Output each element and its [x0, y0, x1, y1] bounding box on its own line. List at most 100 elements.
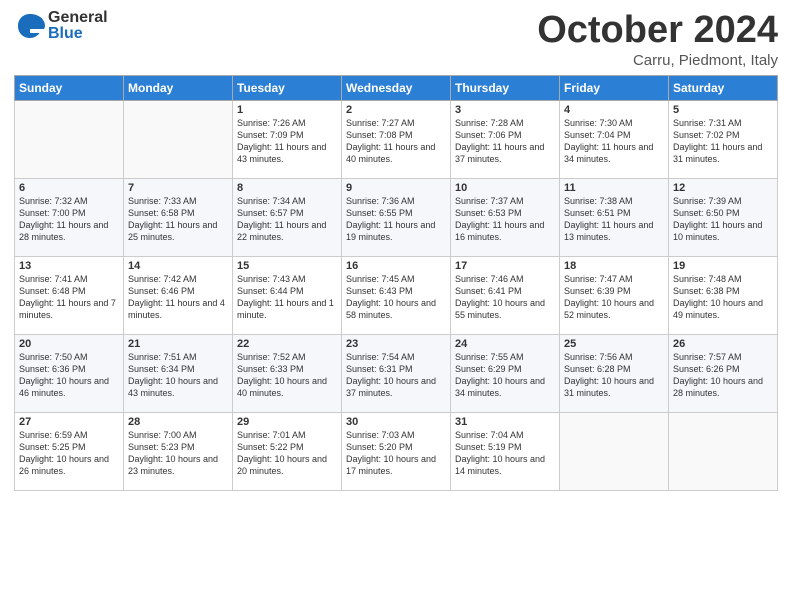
table-row: 23Sunrise: 7:54 AM Sunset: 6:31 PM Dayli…: [342, 334, 451, 412]
day-info: Sunrise: 7:01 AM Sunset: 5:22 PM Dayligh…: [237, 429, 337, 478]
calendar-week-row: 6Sunrise: 7:32 AM Sunset: 7:00 PM Daylig…: [15, 178, 778, 256]
day-info: Sunrise: 7:42 AM Sunset: 6:46 PM Dayligh…: [128, 273, 228, 322]
table-row: 3Sunrise: 7:28 AM Sunset: 7:06 PM Daylig…: [451, 100, 560, 178]
table-row: 18Sunrise: 7:47 AM Sunset: 6:39 PM Dayli…: [560, 256, 669, 334]
day-number: 20: [19, 338, 119, 350]
table-row: [15, 100, 124, 178]
day-number: 23: [346, 338, 446, 350]
table-row: 16Sunrise: 7:45 AM Sunset: 6:43 PM Dayli…: [342, 256, 451, 334]
table-row: 1Sunrise: 7:26 AM Sunset: 7:09 PM Daylig…: [233, 100, 342, 178]
table-row: 24Sunrise: 7:55 AM Sunset: 6:29 PM Dayli…: [451, 334, 560, 412]
day-number: 9: [346, 182, 446, 194]
day-info: Sunrise: 7:46 AM Sunset: 6:41 PM Dayligh…: [455, 273, 555, 322]
table-row: 9Sunrise: 7:36 AM Sunset: 6:55 PM Daylig…: [342, 178, 451, 256]
day-info: Sunrise: 7:45 AM Sunset: 6:43 PM Dayligh…: [346, 273, 446, 322]
day-number: 5: [673, 104, 773, 116]
table-row: 7Sunrise: 7:33 AM Sunset: 6:58 PM Daylig…: [124, 178, 233, 256]
day-info: Sunrise: 7:30 AM Sunset: 7:04 PM Dayligh…: [564, 117, 664, 166]
day-number: 2: [346, 104, 446, 116]
day-info: Sunrise: 7:55 AM Sunset: 6:29 PM Dayligh…: [455, 351, 555, 400]
table-row: 21Sunrise: 7:51 AM Sunset: 6:34 PM Dayli…: [124, 334, 233, 412]
day-info: Sunrise: 7:26 AM Sunset: 7:09 PM Dayligh…: [237, 117, 337, 166]
day-info: Sunrise: 7:03 AM Sunset: 5:20 PM Dayligh…: [346, 429, 446, 478]
logo-general: General: [48, 10, 108, 26]
day-info: Sunrise: 7:41 AM Sunset: 6:48 PM Dayligh…: [19, 273, 119, 322]
day-info: Sunrise: 7:28 AM Sunset: 7:06 PM Dayligh…: [455, 117, 555, 166]
logo-blue: Blue: [48, 26, 108, 42]
day-number: 27: [19, 416, 119, 428]
day-number: 13: [19, 260, 119, 272]
table-row: 27Sunrise: 6:59 AM Sunset: 5:25 PM Dayli…: [15, 412, 124, 490]
logo-text: General Blue: [48, 10, 108, 42]
day-number: 22: [237, 338, 337, 350]
table-row: 25Sunrise: 7:56 AM Sunset: 6:28 PM Dayli…: [560, 334, 669, 412]
day-info: Sunrise: 7:47 AM Sunset: 6:39 PM Dayligh…: [564, 273, 664, 322]
header-saturday: Saturday: [669, 75, 778, 100]
day-number: 4: [564, 104, 664, 116]
table-row: 4Sunrise: 7:30 AM Sunset: 7:04 PM Daylig…: [560, 100, 669, 178]
month-title: October 2024: [537, 10, 778, 52]
table-row: 8Sunrise: 7:34 AM Sunset: 6:57 PM Daylig…: [233, 178, 342, 256]
location-subtitle: Carru, Piedmont, Italy: [537, 52, 778, 69]
header-monday: Monday: [124, 75, 233, 100]
day-number: 8: [237, 182, 337, 194]
day-info: Sunrise: 7:34 AM Sunset: 6:57 PM Dayligh…: [237, 195, 337, 244]
table-row: 20Sunrise: 7:50 AM Sunset: 6:36 PM Dayli…: [15, 334, 124, 412]
day-info: Sunrise: 7:39 AM Sunset: 6:50 PM Dayligh…: [673, 195, 773, 244]
header-wednesday: Wednesday: [342, 75, 451, 100]
day-info: Sunrise: 7:37 AM Sunset: 6:53 PM Dayligh…: [455, 195, 555, 244]
table-row: 19Sunrise: 7:48 AM Sunset: 6:38 PM Dayli…: [669, 256, 778, 334]
calendar-week-row: 20Sunrise: 7:50 AM Sunset: 6:36 PM Dayli…: [15, 334, 778, 412]
day-info: Sunrise: 7:31 AM Sunset: 7:02 PM Dayligh…: [673, 117, 773, 166]
calendar-week-row: 13Sunrise: 7:41 AM Sunset: 6:48 PM Dayli…: [15, 256, 778, 334]
day-info: Sunrise: 7:43 AM Sunset: 6:44 PM Dayligh…: [237, 273, 337, 322]
day-info: Sunrise: 7:54 AM Sunset: 6:31 PM Dayligh…: [346, 351, 446, 400]
day-number: 31: [455, 416, 555, 428]
header-thursday: Thursday: [451, 75, 560, 100]
table-row: 26Sunrise: 7:57 AM Sunset: 6:26 PM Dayli…: [669, 334, 778, 412]
day-number: 16: [346, 260, 446, 272]
table-row: 6Sunrise: 7:32 AM Sunset: 7:00 PM Daylig…: [15, 178, 124, 256]
day-number: 30: [346, 416, 446, 428]
header-tuesday: Tuesday: [233, 75, 342, 100]
day-info: Sunrise: 7:48 AM Sunset: 6:38 PM Dayligh…: [673, 273, 773, 322]
table-row: 29Sunrise: 7:01 AM Sunset: 5:22 PM Dayli…: [233, 412, 342, 490]
day-number: 25: [564, 338, 664, 350]
day-number: 6: [19, 182, 119, 194]
day-info: Sunrise: 7:52 AM Sunset: 6:33 PM Dayligh…: [237, 351, 337, 400]
day-number: 12: [673, 182, 773, 194]
day-number: 7: [128, 182, 228, 194]
page-container: General Blue October 2024 Carru, Piedmon…: [0, 0, 792, 499]
day-info: Sunrise: 7:50 AM Sunset: 6:36 PM Dayligh…: [19, 351, 119, 400]
logo-icon: [14, 10, 46, 42]
table-row: 17Sunrise: 7:46 AM Sunset: 6:41 PM Dayli…: [451, 256, 560, 334]
day-info: Sunrise: 7:36 AM Sunset: 6:55 PM Dayligh…: [346, 195, 446, 244]
day-number: 24: [455, 338, 555, 350]
day-info: Sunrise: 7:32 AM Sunset: 7:00 PM Dayligh…: [19, 195, 119, 244]
day-info: Sunrise: 7:00 AM Sunset: 5:23 PM Dayligh…: [128, 429, 228, 478]
day-number: 15: [237, 260, 337, 272]
table-row: 14Sunrise: 7:42 AM Sunset: 6:46 PM Dayli…: [124, 256, 233, 334]
table-row: 12Sunrise: 7:39 AM Sunset: 6:50 PM Dayli…: [669, 178, 778, 256]
header: General Blue October 2024 Carru, Piedmon…: [14, 10, 778, 69]
day-number: 1: [237, 104, 337, 116]
table-row: 30Sunrise: 7:03 AM Sunset: 5:20 PM Dayli…: [342, 412, 451, 490]
table-row: 10Sunrise: 7:37 AM Sunset: 6:53 PM Dayli…: [451, 178, 560, 256]
day-number: 19: [673, 260, 773, 272]
header-sunday: Sunday: [15, 75, 124, 100]
day-info: Sunrise: 6:59 AM Sunset: 5:25 PM Dayligh…: [19, 429, 119, 478]
table-row: 31Sunrise: 7:04 AM Sunset: 5:19 PM Dayli…: [451, 412, 560, 490]
title-block: October 2024 Carru, Piedmont, Italy: [537, 10, 778, 69]
day-number: 21: [128, 338, 228, 350]
day-info: Sunrise: 7:57 AM Sunset: 6:26 PM Dayligh…: [673, 351, 773, 400]
day-number: 3: [455, 104, 555, 116]
table-row: [560, 412, 669, 490]
table-row: 11Sunrise: 7:38 AM Sunset: 6:51 PM Dayli…: [560, 178, 669, 256]
day-number: 26: [673, 338, 773, 350]
weekday-header-row: Sunday Monday Tuesday Wednesday Thursday…: [15, 75, 778, 100]
day-number: 14: [128, 260, 228, 272]
table-row: 5Sunrise: 7:31 AM Sunset: 7:02 PM Daylig…: [669, 100, 778, 178]
day-info: Sunrise: 7:56 AM Sunset: 6:28 PM Dayligh…: [564, 351, 664, 400]
table-row: 15Sunrise: 7:43 AM Sunset: 6:44 PM Dayli…: [233, 256, 342, 334]
day-number: 10: [455, 182, 555, 194]
